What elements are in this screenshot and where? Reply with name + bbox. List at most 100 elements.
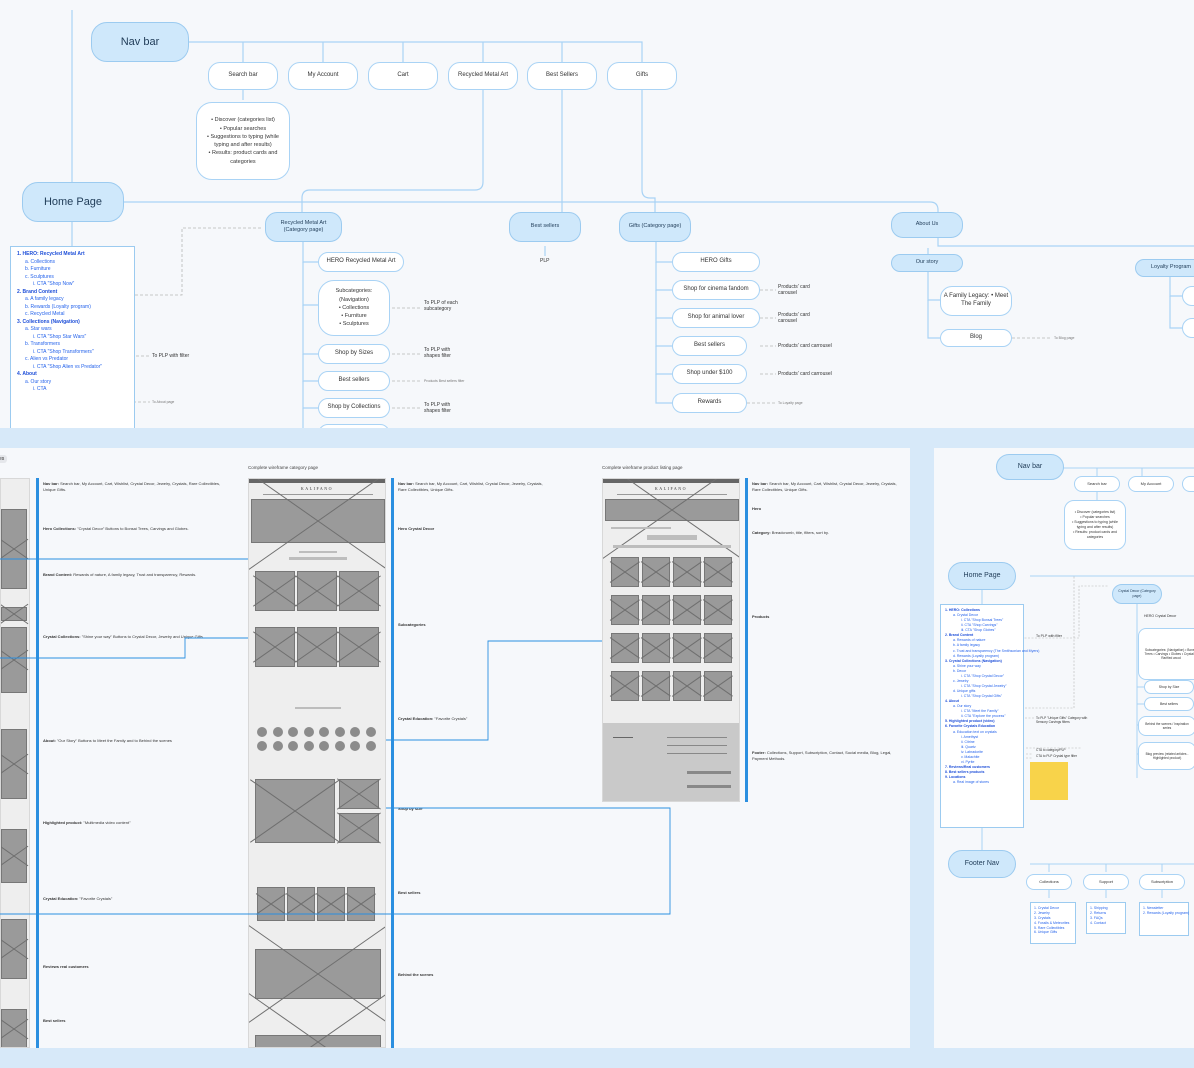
blog-node[interactable]: Blog [940,329,1012,347]
footer-line [687,771,731,774]
home-page-node[interactable]: Home Page [22,182,124,222]
home-wireframe-fragment [0,478,30,1048]
annotation: Category: Breadcrumb, title, filters, so… [752,530,902,536]
image-placeholder [1,627,27,693]
my-account-node[interactable]: My Account [288,62,358,90]
shop-by-sizes-node[interactable]: Shop by Sizes [318,344,390,364]
annotation-text: Rewards of nature, A family legacy, Trus… [73,572,197,577]
outline-item: b. Rewards (Loyalty program) [25,303,91,310]
best-sellers-node[interactable]: Best Sellers [527,62,597,90]
search-detail-item: • Suggestions to typing (while typing an… [1072,519,1118,529]
footer-nav-node[interactable]: Footer Nav [948,850,1016,878]
wireframes-board: es Complete wireframe category page Comp… [0,448,910,1048]
crystal-circle [365,727,376,737]
outline-item: c. Alien vs Predator [25,356,69,362]
annotation-title: Crystal Collections: [43,634,81,639]
our-story-node[interactable]: Our story [891,254,963,272]
announcement-bar [249,479,385,483]
subcategories-node[interactable]: Subcategories: (Navigation) • Collection… [318,280,390,336]
shop-under-100-node[interactable]: Shop under $100 [672,364,747,384]
shop-by-size-node[interactable]: Shop by Size [1144,680,1194,694]
loyalty-child-node[interactable] [1182,286,1194,306]
shop-animal-node[interactable]: Shop for animal lover [672,308,760,328]
outline-item: c. Trust and transparency (The Smithsoni… [953,648,1040,653]
best-sellers-node[interactable]: Best sellers [1144,697,1194,711]
annotation: Nav bar: Search bar, My Account, Cart, W… [398,481,548,493]
image-placeholder [1,729,27,799]
outline-item: c. Sculptures [25,273,54,280]
shop-by-collections-node[interactable]: Shop by Collections [318,398,390,418]
annotation: Reviews real customers [43,964,233,970]
crystal-circle [319,741,329,751]
footer-block [603,723,739,801]
rma-more-node[interactable] [318,424,390,428]
family-legacy-node[interactable]: A Family Legacy: • Meet The Family [940,286,1012,316]
product-card [297,571,337,611]
search-detail-node[interactable]: • Discover (categories list) • Popular s… [1064,500,1126,550]
annotation: Shop by size [398,806,548,812]
annotation: Crystal Education: "Favorite Crystals" [43,896,233,902]
products-best-label: Products Best sellers filter [424,379,465,383]
annotation-title: Nav bar: [398,481,415,486]
recycled-metal-art-node[interactable]: Recycled Metal Art [448,62,518,90]
loyalty-program-node[interactable]: Loyalty Program [1135,259,1194,277]
crystal-circle [257,727,267,737]
home-page-outline: 1. HERO: Recycled Metal Art a. Collection… [10,246,135,428]
footer-support-list: 1. Shipping 2. Returns 3. FAQs 4. Contact [1086,902,1126,934]
outline-item: b. Furniture [25,266,51,272]
gifts-category-node[interactable]: Gifts (Category page) [619,212,691,242]
footer-subscription-node[interactable]: Subscription [1139,874,1185,890]
behind-scenes-node[interactable]: Behind the scenes / Inspiration series [1138,716,1194,736]
product-card [673,671,701,701]
to-plp-filter-label: To PLP with filter [1036,634,1063,638]
footer-collections-node[interactable]: Collections [1026,874,1072,890]
search-detail-node[interactable]: • Discover (categories list) • Popular s… [196,102,290,180]
nav-bar-node[interactable]: Nav bar [91,22,189,62]
crystal-circle [272,727,283,737]
home-page-node[interactable]: Home Page [948,562,1016,590]
crystal-decor-node[interactable]: Crystal Decor (Category page) [1112,584,1162,604]
subcategories-node[interactable]: Subcategories: (Navigation) • Bonsai Tre… [1138,628,1194,680]
footer-line [667,753,727,754]
outline-item: 2. Brand Content [17,288,58,295]
annotation: Nav bar: Search bar, My Account, Cart, W… [43,481,233,493]
top-sitemap-board: Nav bar Search bar My Account Cart Recyc… [0,0,1194,428]
rma-best-sellers-node[interactable]: Best sellers [318,371,390,391]
product-card [704,671,732,701]
my-account-node[interactable]: My Account [1128,476,1174,492]
hero-rma-node[interactable]: HERO Recycled Metal Art [318,252,404,272]
crystal-circle [272,741,283,751]
hero-gifts-node[interactable]: HERO Gifts [672,252,760,272]
search-bar-node[interactable]: Search bar [208,62,278,90]
annotation: Footer: Collections, Support, Subscripti… [752,750,902,762]
search-bar-node[interactable]: Search bar [1074,476,1120,492]
product-card [611,671,639,701]
nav-item-node[interactable] [1182,476,1194,492]
shop-cinema-node[interactable]: Shop for cinema fandom [672,280,760,300]
rewards-node[interactable]: Rewards [672,393,747,413]
gifts-node[interactable]: Gifts [607,62,677,90]
product-card [642,557,670,587]
about-us-node[interactable]: About Us [891,212,963,238]
crystal-circle [257,741,267,751]
plp-label: PLP [540,258,550,264]
best-sellers-page-node[interactable]: Best sellers [509,212,581,242]
crystal-circle [350,727,360,737]
outline-item: a. Our story [25,378,52,385]
product-card [673,633,701,663]
product-card [673,557,701,587]
outline-item: 4. About [17,371,37,377]
cart-node[interactable]: Cart [368,62,438,90]
blog-preview-node[interactable]: Blog preview (related articles - Highlig… [1138,742,1194,770]
crystal-circle [334,741,345,751]
to-plp-shapes2-label: To PLP with shapes filter [424,402,451,415]
image-placeholder [1,919,27,979]
annotation-text: "Crystal Decor" Buttons to Bonsai Trees,… [77,526,189,531]
nav-bar-node[interactable]: Nav bar [996,454,1064,480]
annotation-text: "Multimedia video content" [83,820,131,825]
section-tag: es [0,455,8,463]
loyalty-child-node[interactable] [1182,318,1194,338]
rma-category-node[interactable]: Recycled Metal Art (Category page) [265,212,342,242]
footer-support-node[interactable]: Support [1083,874,1129,890]
gifts-best-sellers-node[interactable]: Best sellers [672,336,747,356]
